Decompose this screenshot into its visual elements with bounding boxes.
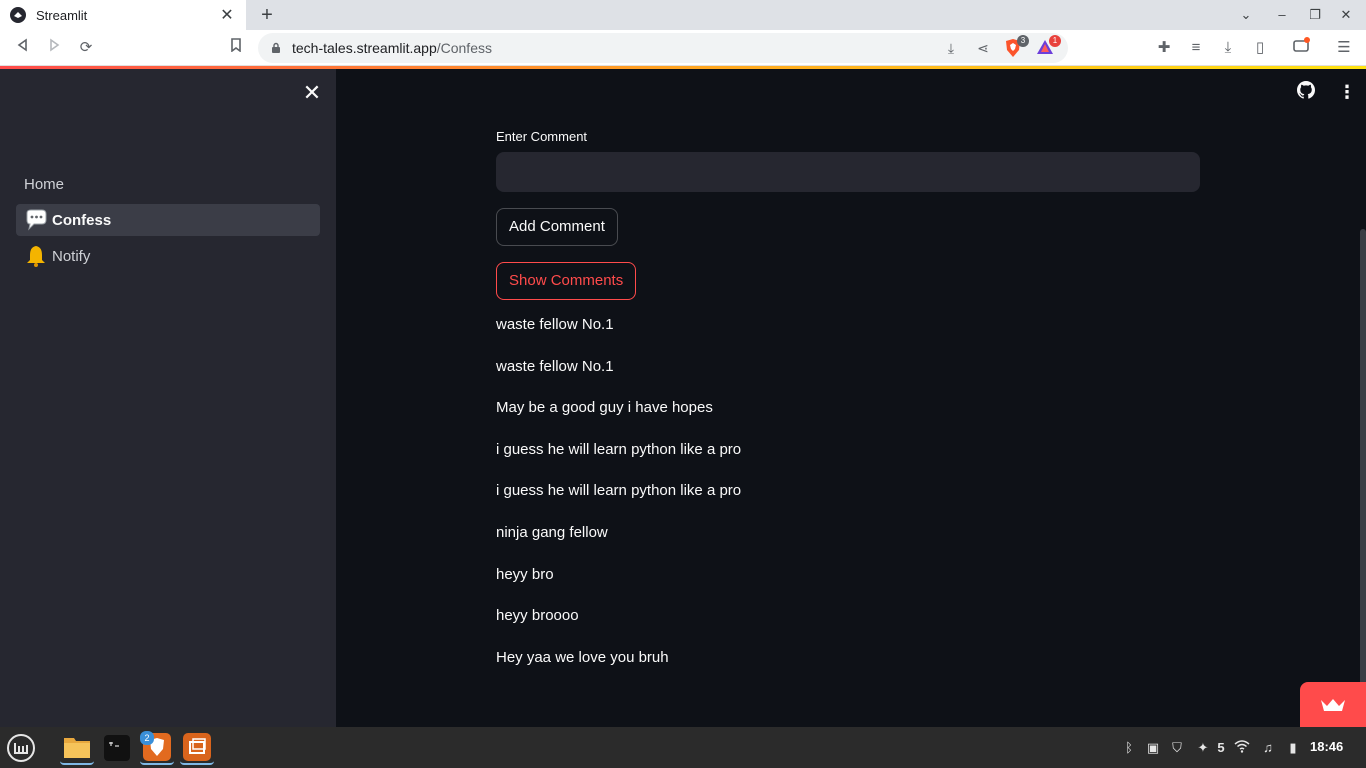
- comment-item: Hey yaa we love you bruh: [496, 648, 669, 666]
- sidebar-item-label: Home: [24, 175, 65, 193]
- back-icon[interactable]: [12, 37, 34, 59]
- lock-icon: [272, 42, 280, 53]
- app-menu-icon[interactable]: ⋮: [1336, 81, 1358, 103]
- share-icon[interactable]: ⋖: [972, 37, 994, 59]
- close-sidebar-icon[interactable]: ✕: [300, 81, 324, 105]
- sidebar-item-notify[interactable]: Notify: [16, 240, 320, 272]
- close-window-icon[interactable]: ✕: [1336, 5, 1356, 25]
- show-comments-button[interactable]: Show Comments: [496, 262, 637, 300]
- reading-list-icon[interactable]: ≡: [1185, 37, 1207, 59]
- presentation-app-icon[interactable]: [180, 731, 214, 765]
- comment-item: May be a good guy i have hopes: [496, 399, 713, 417]
- browser-tab[interactable]: Streamlit ✕: [0, 0, 246, 30]
- bluetooth-icon[interactable]: ᛒ: [1120, 739, 1138, 757]
- brave-shields-icon[interactable]: 3: [1004, 35, 1029, 58]
- sidebar-item-confess[interactable]: Confess: [16, 204, 320, 236]
- brave-app-icon[interactable]: 2: [140, 731, 174, 765]
- notification-count: 5: [1217, 740, 1225, 755]
- sound-icon[interactable]: ♫: [1259, 739, 1277, 757]
- tab-close-icon[interactable]: ✕: [218, 5, 236, 25]
- bookmark-icon[interactable]: [225, 37, 247, 59]
- restore-icon[interactable]: ❐: [1305, 5, 1325, 25]
- comment-form: Enter Comment Add Comment Show Comments …: [496, 129, 1200, 686]
- comment-item: heyy broooo: [496, 607, 579, 625]
- sidebar-toggle-icon[interactable]: ▯: [1249, 37, 1271, 59]
- comment-item: waste fellow No.1: [496, 316, 614, 333]
- browser-tab-bar: Streamlit ✕ + ⌄ – ❐ ✕: [0, 0, 1366, 30]
- url-path: /Confess: [436, 40, 492, 56]
- comment-list: waste fellow No.1 waste fellow No.1 May …: [496, 312, 1200, 686]
- url-host: tech-tales.streamlit.app: [292, 40, 437, 56]
- comment-item: heyy bro: [496, 565, 554, 583]
- browser-toolbar: ⟳ tech-tales.streamlit.app/Confess ⤓ ⋖ 3…: [0, 30, 1366, 66]
- sidebar-nav: Home Confess Notify: [16, 168, 320, 276]
- wifi-icon[interactable]: [1233, 739, 1251, 757]
- tab-search-icon[interactable]: ⌄: [1236, 5, 1256, 25]
- rewards-count-badge: 1: [1049, 35, 1061, 47]
- streamlit-favicon-icon: [10, 7, 26, 23]
- address-bar[interactable]: tech-tales.streamlit.app/Confess ⤓ ⋖ 3 1: [258, 33, 1068, 63]
- tab-title: Streamlit: [36, 7, 88, 23]
- browser-menu-icon[interactable]: ☰: [1333, 37, 1355, 59]
- main-content: ⋮ Enter Comment Add Comment Show Comment…: [336, 69, 1366, 727]
- streamlit-crown-badge[interactable]: [1300, 682, 1366, 727]
- comment-item: waste fellow No.1: [496, 357, 614, 375]
- shield-icon[interactable]: ⛉: [1168, 739, 1186, 757]
- files-app-icon[interactable]: [60, 731, 94, 765]
- comment-item: i guess he will learn python like a pro: [496, 440, 742, 458]
- clock[interactable]: 18:46: [1310, 739, 1343, 754]
- bell-icon: [27, 246, 45, 267]
- brave-rewards-icon[interactable]: 1: [1036, 35, 1061, 58]
- mint-menu-icon[interactable]: [4, 731, 38, 765]
- comment-input[interactable]: [496, 152, 1200, 192]
- minimize-icon[interactable]: –: [1272, 5, 1292, 25]
- sidebar-item-home[interactable]: Home: [16, 168, 320, 200]
- sidebar-item-label: Confess: [52, 211, 112, 229]
- sidebar-item-label: Notify: [52, 247, 91, 265]
- shield-count-badge: 3: [1017, 35, 1029, 47]
- github-icon[interactable]: [1297, 81, 1319, 103]
- os-taskbar: 2 ᛒ ▣ ⛉ ✦ 5 ♫ ▮ 18:46: [0, 727, 1366, 768]
- url-text: tech-tales.streamlit.app/Confess: [292, 40, 940, 56]
- crown-icon: [1321, 698, 1345, 711]
- new-tab-icon[interactable]: +: [256, 4, 278, 26]
- clipboard-icon[interactable]: ▣: [1144, 739, 1162, 757]
- reload-icon[interactable]: ⟳: [75, 37, 97, 59]
- main-scrollbar[interactable]: [1360, 229, 1366, 705]
- install-app-icon[interactable]: ⤓: [940, 37, 962, 59]
- add-comment-button[interactable]: Add Comment: [496, 208, 618, 246]
- comment-item: ninja gang fellow: [496, 523, 608, 541]
- wallet-icon[interactable]: [1290, 37, 1312, 59]
- downloads-icon[interactable]: ⤓: [1217, 37, 1239, 59]
- comment-input-label: Enter Comment: [496, 129, 588, 144]
- forward-icon[interactable]: [43, 37, 65, 59]
- extensions-icon[interactable]: ✚: [1153, 37, 1175, 59]
- terminal-app-icon[interactable]: [100, 731, 134, 765]
- brave-window-count-badge: 2: [140, 731, 154, 745]
- comment-item: i guess he will learn python like a pro: [496, 482, 742, 500]
- battery-icon[interactable]: ▮: [1284, 739, 1302, 757]
- speech-balloon-icon: [26, 209, 47, 231]
- notifications-icon[interactable]: ✦: [1194, 739, 1212, 757]
- sidebar: ✕ Home Confess Notify: [0, 69, 336, 727]
